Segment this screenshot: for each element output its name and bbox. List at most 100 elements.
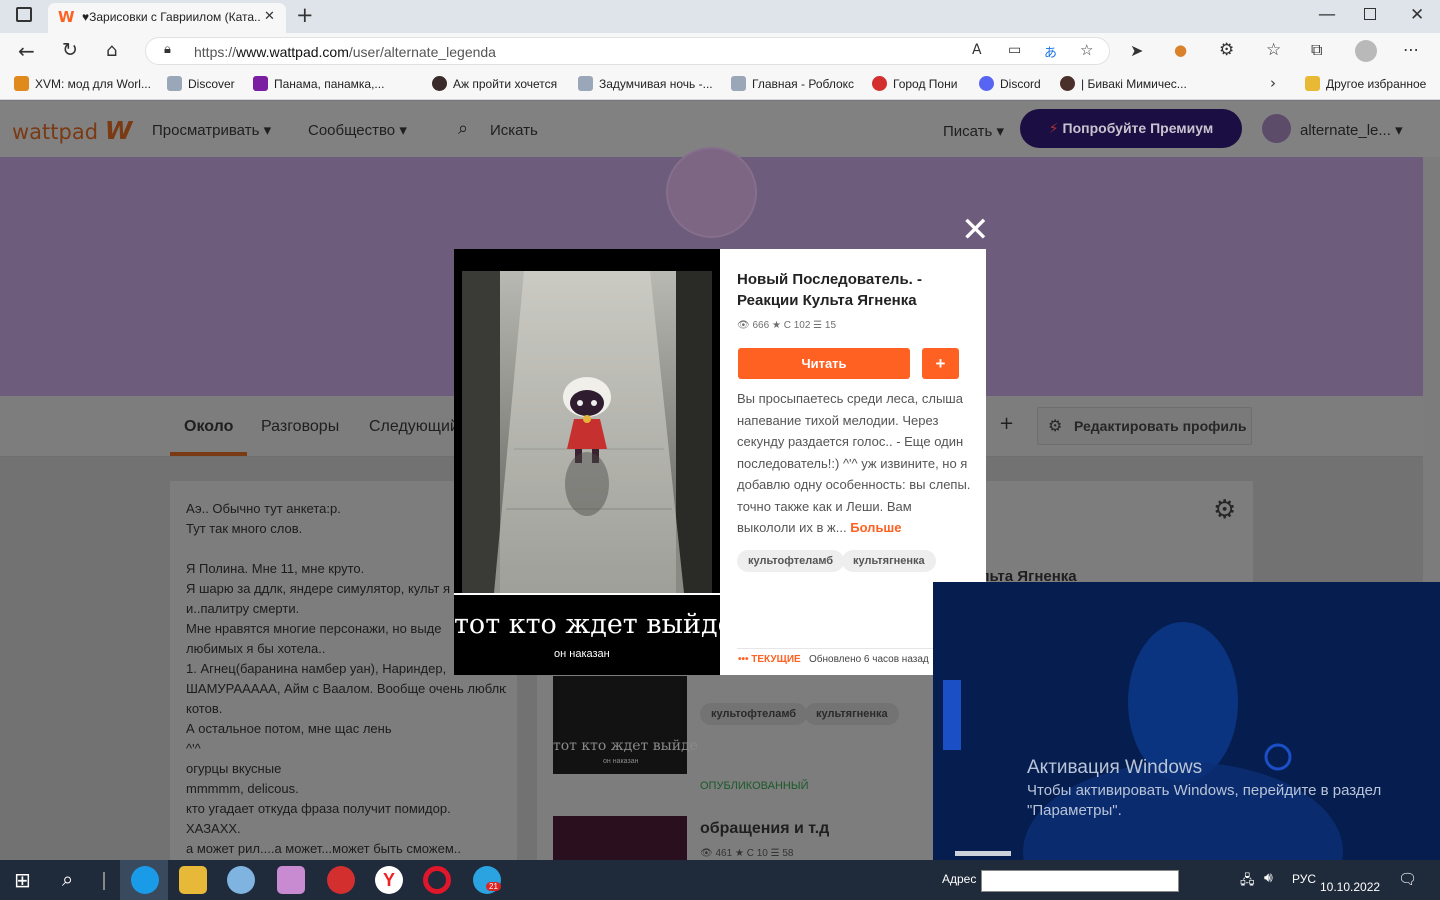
- add-favorite-icon[interactable]: ☆: [1080, 41, 1093, 59]
- favorite-item[interactable]: Аж пройти хочется: [432, 76, 557, 91]
- story-title[interactable]: обращения и т.д: [700, 820, 829, 838]
- file-explorer-icon[interactable]: [179, 866, 207, 894]
- url-domain: www.wattpad.com: [236, 44, 349, 60]
- favorite-item[interactable]: XVM: мод для Worl...: [14, 76, 151, 91]
- edit-profile-button[interactable]: ⚙ Редактировать профиль: [1037, 407, 1252, 445]
- chevron-right-icon[interactable]: ›: [1270, 74, 1276, 92]
- profile-avatar-icon[interactable]: [1355, 40, 1377, 62]
- read-aloud-icon[interactable]: A: [972, 42, 982, 58]
- active-tab-indicator: [170, 452, 247, 456]
- opera-icon[interactable]: [423, 866, 451, 894]
- modal-stats-text: 666 ★ С 102 ☰ 15: [752, 320, 837, 331]
- notifications-icon[interactable]: 🗨︎: [1398, 870, 1417, 888]
- search-icon[interactable]: ⌕: [62, 867, 73, 891]
- more-link[interactable]: Больше: [850, 520, 901, 535]
- address-bar[interactable]: 🔒︎ https://www.wattpad.com/user/alternat…: [145, 37, 1110, 65]
- minimize-icon[interactable]: —: [1318, 4, 1336, 25]
- browse-menu[interactable]: Просматривать ▾: [152, 121, 271, 139]
- wattpad-logo[interactable]: wattpad W: [12, 116, 132, 145]
- extension-cursor-icon[interactable]: ➤: [1130, 41, 1143, 60]
- cover-art: тот кто ждет выйде он наказан: [454, 249, 720, 675]
- story-cover-thumbnail[interactable]: тот кто ждет выйде он наказан: [553, 676, 698, 774]
- more-menu-icon[interactable]: ⋯: [1403, 40, 1419, 59]
- story-tag[interactable]: культягненка: [805, 703, 899, 725]
- favorite-item[interactable]: Панама, панамка,...: [253, 76, 384, 91]
- about-line: ^'^: [186, 741, 201, 756]
- clock-date[interactable]: 10.10.2022: [1320, 880, 1380, 894]
- favorite-label: | Бивакі Мимичес...: [1081, 77, 1187, 91]
- volume-icon[interactable]: 🔊︎: [1264, 870, 1273, 886]
- close-modal-icon[interactable]: ✕: [961, 210, 990, 250]
- address-toolbar-input[interactable]: [981, 870, 1179, 892]
- favorites-icon[interactable]: ☆: [1266, 40, 1281, 60]
- search-input[interactable]: Искать: [490, 122, 538, 139]
- extensions-icon[interactable]: ⚙: [1219, 40, 1234, 60]
- close-tab-icon[interactable]: ✕: [264, 9, 275, 24]
- story-tag[interactable]: культофтеламб: [700, 703, 808, 725]
- refresh-icon[interactable]: ↻: [62, 39, 78, 61]
- bolt-icon: ⚡: [1048, 120, 1059, 136]
- lock-icon[interactable]: 🔒︎: [164, 42, 171, 57]
- reader-view-icon[interactable]: ▭: [1008, 42, 1021, 58]
- tab-following[interactable]: Следующий: [369, 418, 459, 436]
- tab-actions-icon[interactable]: [16, 7, 32, 22]
- new-tab-icon[interactable]: +: [296, 3, 314, 27]
- wattpad-favicon-icon: W: [58, 8, 75, 26]
- tab-conversations[interactable]: Разговоры: [261, 418, 339, 436]
- about-line: огурцы вкусные: [186, 761, 282, 776]
- language-indicator[interactable]: РУС: [1292, 872, 1316, 886]
- collections-icon[interactable]: ⧉: [1311, 40, 1322, 60]
- about-line: кто угадает откуда фраза получит помидор…: [186, 801, 451, 816]
- story-cover-thumbnail-2[interactable]: [553, 816, 687, 860]
- read-button[interactable]: Читать: [738, 348, 910, 379]
- activation-title: Активация Windows: [1027, 757, 1203, 778]
- favorite-item[interactable]: Задумчивая ночь -...: [578, 76, 713, 91]
- other-favorites[interactable]: Другое избранное: [1305, 76, 1426, 91]
- write-menu[interactable]: Писать ▾: [943, 122, 1004, 140]
- favorite-item[interactable]: Главная - Роблокс: [731, 76, 854, 91]
- caret-down-icon: ▾: [1395, 122, 1403, 139]
- url-prefix: https://: [194, 44, 237, 60]
- network-icon[interactable]: 🖧︎: [1240, 871, 1255, 893]
- edge-icon[interactable]: [131, 866, 159, 894]
- modal-story-stats: 👁︎ 666 ★ С 102 ☰ 15: [737, 320, 836, 331]
- premium-button[interactable]: ⚡ Попробуйте Премиум: [1020, 109, 1242, 148]
- add-to-library-button[interactable]: +: [922, 348, 959, 379]
- favorite-item[interactable]: Discord: [979, 76, 1041, 91]
- home-icon[interactable]: ⌂: [106, 40, 117, 61]
- cover-caption: тот кто ждет выйде: [454, 609, 720, 640]
- user-avatar[interactable]: [1262, 114, 1291, 143]
- edit-profile-label: Редактировать профиль: [1074, 418, 1247, 434]
- favorite-item[interactable]: Город Пони: [872, 76, 957, 91]
- translate-icon[interactable]: あ: [1044, 42, 1057, 61]
- start-icon[interactable]: ⊞: [14, 868, 31, 892]
- paint-icon[interactable]: [227, 866, 255, 894]
- favorite-item[interactable]: | Бивакі Мимичес...: [1060, 76, 1187, 91]
- restore-icon[interactable]: [1364, 8, 1376, 20]
- windows-taskbar: [0, 860, 1440, 900]
- settings-gear-icon[interactable]: ⚙: [1213, 495, 1236, 525]
- story-cover-image[interactable]: тот кто ждет выйде он наказан: [454, 249, 720, 675]
- community-label: Сообщество: [308, 122, 396, 139]
- add-icon[interactable]: +: [999, 413, 1014, 434]
- user-menu[interactable]: alternate_le... ▾: [1300, 121, 1403, 139]
- tab-about[interactable]: Около: [184, 418, 233, 436]
- modal-tag[interactable]: культофтеламб: [737, 550, 845, 572]
- favorite-item[interactable]: Discover: [167, 76, 235, 91]
- browser-tab-active[interactable]: W ♥Зарисовки с Гавриилом (Ката... ✕: [48, 3, 286, 33]
- modal-story-title[interactable]: Новый Последователь. - Реакции Культа Яг…: [737, 269, 967, 311]
- username-label: alternate_le...: [1300, 122, 1391, 139]
- back-icon[interactable]: ←: [18, 39, 35, 63]
- extension-avatar-icon[interactable]: ●: [1174, 41, 1187, 59]
- profile-avatar: [666, 147, 757, 238]
- modal-tag[interactable]: культягненка: [842, 550, 936, 572]
- apple-app-icon[interactable]: [327, 866, 355, 894]
- published-label: ОПУБЛИКОВАННЫЙ: [700, 780, 809, 792]
- yandex-icon[interactable]: Y: [375, 866, 403, 894]
- search-icon[interactable]: ⌕: [458, 118, 468, 139]
- close-window-icon[interactable]: ✕: [1410, 5, 1424, 25]
- premium-label: Попробуйте Премиум: [1062, 120, 1214, 136]
- community-menu[interactable]: Сообщество ▾: [308, 121, 407, 139]
- game-app-icon[interactable]: [277, 866, 305, 894]
- favorite-label: XVM: мод для Worl...: [35, 77, 151, 91]
